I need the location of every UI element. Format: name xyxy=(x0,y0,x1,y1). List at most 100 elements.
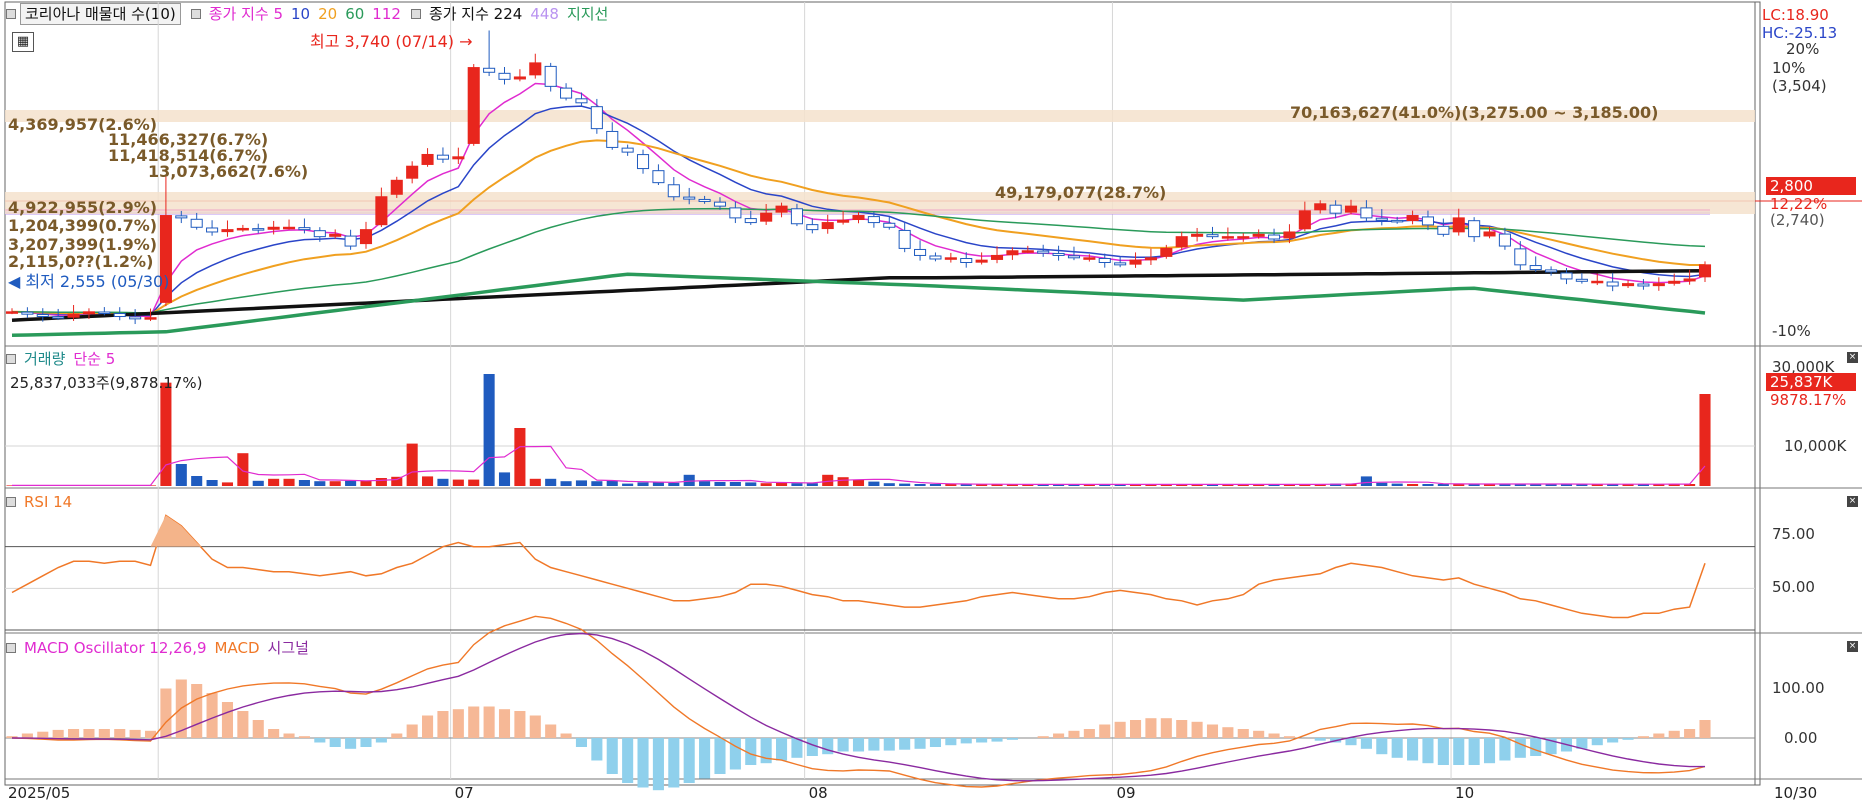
volume-profile-label: 13,073,662(7.6%) xyxy=(148,162,308,181)
volume-bar xyxy=(637,482,649,486)
macd-osc-bar xyxy=(283,733,295,738)
candle-body xyxy=(821,222,834,230)
low-label: 최저 2,555 (05/30) xyxy=(25,272,170,291)
volume-profile-label: 49,179,077(28.7%) xyxy=(995,183,1166,202)
macd-osc-bar xyxy=(1160,718,1172,738)
x-tick-label: 10/30 xyxy=(1774,784,1817,802)
macd-osc-bar xyxy=(899,738,911,750)
candle-body xyxy=(990,254,1004,260)
volume-bar xyxy=(729,482,741,486)
macd-osc-bar xyxy=(1053,733,1065,738)
macd-osc-bar xyxy=(1037,736,1049,738)
macd-osc-bar xyxy=(452,709,464,738)
macd-osc-bar xyxy=(252,720,264,738)
checkbox-icon[interactable] xyxy=(6,643,16,653)
macd-osc-bar xyxy=(868,738,880,751)
candle-body xyxy=(1360,207,1373,219)
candle-body xyxy=(329,233,342,237)
candle-body xyxy=(1375,217,1388,221)
volume-profile-label: 70,163,627(41.0%)(3,275.00 ~ 3,185.00) xyxy=(1290,103,1658,122)
macd-osc-bar xyxy=(1530,738,1542,756)
candle-body xyxy=(560,87,573,99)
macd-osc-bar xyxy=(375,738,387,743)
macd-osc-bar xyxy=(1391,738,1403,758)
macd-osc-bar xyxy=(606,738,618,774)
candle-body xyxy=(975,259,988,263)
checkbox-icon[interactable] xyxy=(6,354,16,364)
close-icon[interactable]: × xyxy=(1847,352,1858,363)
candle-body xyxy=(190,218,203,228)
macd-osc-bar xyxy=(1653,733,1665,738)
candle-body xyxy=(760,212,773,222)
candle-body xyxy=(282,226,296,230)
y-tick-label: (3,504) xyxy=(1772,77,1827,95)
macd-osc-bar xyxy=(1376,738,1388,755)
macd-osc-bar xyxy=(945,738,957,746)
macd-osc-bar xyxy=(1637,736,1649,738)
candle-body xyxy=(1452,217,1465,233)
volume-bar xyxy=(714,482,726,486)
arrow-right-icon: → xyxy=(459,32,473,51)
candle-body xyxy=(1268,234,1281,240)
candle-body xyxy=(467,67,480,144)
candle-body xyxy=(575,98,588,104)
volume-bar xyxy=(760,483,772,486)
candle-body xyxy=(1098,258,1111,263)
candle-body xyxy=(1514,248,1527,266)
candle-body xyxy=(529,62,542,76)
candle-body xyxy=(606,130,619,148)
candle-body xyxy=(775,205,788,213)
x-tick-label: 09 xyxy=(1116,784,1135,802)
macd-osc-bar xyxy=(883,738,895,751)
volume-bar xyxy=(899,483,911,486)
volume-bar xyxy=(437,478,449,486)
candle-body xyxy=(1144,257,1157,261)
candle-body xyxy=(883,222,896,228)
candle-body xyxy=(1391,219,1404,223)
candle-body xyxy=(1668,280,1681,284)
candle-body xyxy=(944,257,957,260)
macd-osc-bar xyxy=(914,738,926,749)
candle-body xyxy=(1314,203,1327,211)
volume-bar xyxy=(483,374,495,486)
macd-osc-bar xyxy=(1268,733,1280,738)
volume-bar xyxy=(822,474,834,486)
volume-bar xyxy=(837,477,849,486)
volume-legend: 거래량 단순 5 xyxy=(4,349,123,369)
candle-body xyxy=(1006,250,1019,256)
volume-bar xyxy=(206,480,218,486)
close-icon[interactable]: × xyxy=(1847,641,1858,652)
volume-bar xyxy=(668,482,680,486)
candle-body xyxy=(1606,281,1619,287)
candle-body xyxy=(52,316,65,319)
legend-volume-ma: 단순 5 xyxy=(73,350,116,368)
candle-body xyxy=(436,154,449,160)
macd-osc-bar xyxy=(345,738,357,749)
macd-osc-bar xyxy=(191,684,203,738)
macd-osc-bar xyxy=(683,738,695,783)
candle-body xyxy=(359,229,373,245)
high-label: 최고 3,740 (07/14) xyxy=(310,32,455,51)
macd-osc-bar xyxy=(1345,738,1357,746)
volume-bar xyxy=(652,482,664,486)
volume-bar xyxy=(699,481,711,486)
candle-body xyxy=(144,317,157,320)
checkbox-icon[interactable] xyxy=(6,497,16,507)
candle-body xyxy=(852,215,865,221)
x-tick-label: 08 xyxy=(809,784,828,802)
candle-body xyxy=(1652,283,1665,287)
candle-body xyxy=(298,227,311,231)
macd-osc-bar xyxy=(83,729,95,738)
volume-bar xyxy=(360,480,372,486)
candle-body xyxy=(1437,225,1450,235)
macd-osc-bar xyxy=(545,724,557,738)
macd-osc-bar xyxy=(437,711,449,738)
macd-osc-bar xyxy=(314,738,326,743)
close-icon[interactable]: × xyxy=(1847,496,1858,507)
macd-osc-bar xyxy=(221,702,234,738)
hc-label: HC:-25.13 xyxy=(1762,24,1838,42)
legend-rsi: RSI 14 xyxy=(24,493,73,511)
volume-profile-label: 1,204,399(0.7%) xyxy=(8,216,157,235)
volume-bar xyxy=(929,484,941,486)
candle-body xyxy=(1529,265,1542,271)
